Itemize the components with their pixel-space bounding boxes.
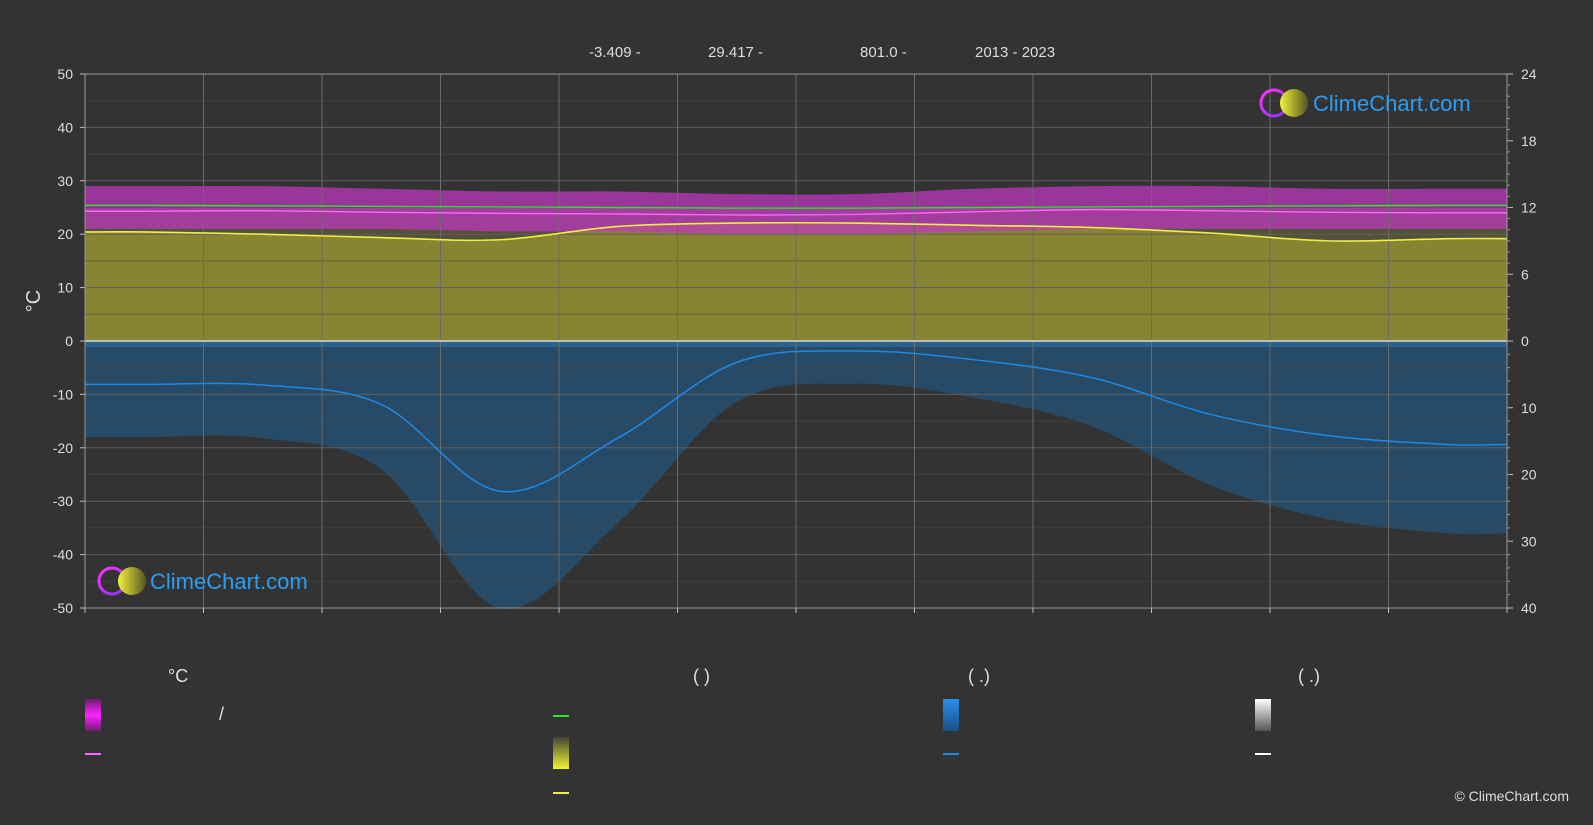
right-tick-label-precip: 10 (1521, 400, 1537, 416)
left-tick-label: -20 (53, 440, 73, 456)
legend-swatch-rain-mean (943, 753, 959, 755)
copyright: © ClimeChart.com (1454, 788, 1569, 804)
right-tick-label-hours: 6 (1521, 266, 1529, 282)
right-tick-label-hours: 18 (1521, 133, 1537, 149)
watermark-bottom: ClimeChart.com (97, 566, 308, 596)
left-tick-label: 40 (57, 119, 73, 135)
left-tick-label: 50 (57, 66, 73, 82)
watermark-top: ClimeChart.com (1259, 88, 1471, 118)
watermark-sun-icon (1280, 89, 1308, 117)
left-tick-label: 30 (57, 173, 73, 189)
header-years: 2013 - 2023 (975, 44, 1056, 61)
legend-slash: / (219, 704, 225, 724)
watermark-text: ClimeChart.com (1313, 91, 1471, 116)
left-axis-label: °C (23, 290, 45, 312)
right-tick-label-precip: 30 (1521, 533, 1537, 549)
legend-swatch-temp-range (85, 699, 101, 731)
legend-snow-head: ( .) (1298, 666, 1320, 686)
left-tick-label: -30 (53, 493, 73, 509)
left-tick-label: -50 (53, 600, 73, 616)
right-tick-label-hours: 24 (1521, 66, 1537, 82)
right-tick-label-hours: 12 (1521, 200, 1537, 216)
watermark-sun-icon (118, 567, 146, 595)
left-tick-label: -40 (53, 547, 73, 563)
right-tick-label-hours: 0 (1521, 333, 1529, 349)
left-tick-label: 10 (57, 280, 73, 296)
legend-swatch-temp-mean (85, 753, 101, 755)
grid-lines (85, 73, 1507, 609)
right-tick-label-precip: 20 (1521, 467, 1537, 483)
legend-swatch-sunshine-mean (553, 792, 569, 794)
climate-chart: 50 40 30 20 10 0 -10 -20 -30 -40 -50 °C 24 18 12 6 0 10 20… (23, 66, 1537, 616)
header-elevation: 801.0 - (860, 44, 907, 61)
left-tick-label: -10 (53, 386, 73, 402)
left-tick-label: 0 (65, 333, 73, 349)
legend-swatch-daylight (553, 715, 569, 717)
watermark-text: ClimeChart.com (150, 569, 308, 594)
legend-temperature-head: °C (168, 666, 189, 686)
right-tick-label-precip: 40 (1521, 600, 1537, 616)
legend-swatch-rain-daily (943, 699, 959, 731)
legend-swatch-snow-mean (1255, 753, 1271, 755)
legend-rain-head: ( .) (968, 666, 990, 686)
legend-sun-head: ( ) (693, 666, 710, 686)
legend-swatch-sunshine-range (553, 737, 569, 769)
legend-swatch-snow-daily (1255, 699, 1271, 731)
left-tick-label: 20 (57, 226, 73, 242)
header-latitude: -3.409 - (589, 44, 641, 61)
header-longitude: 29.417 - (708, 44, 764, 61)
